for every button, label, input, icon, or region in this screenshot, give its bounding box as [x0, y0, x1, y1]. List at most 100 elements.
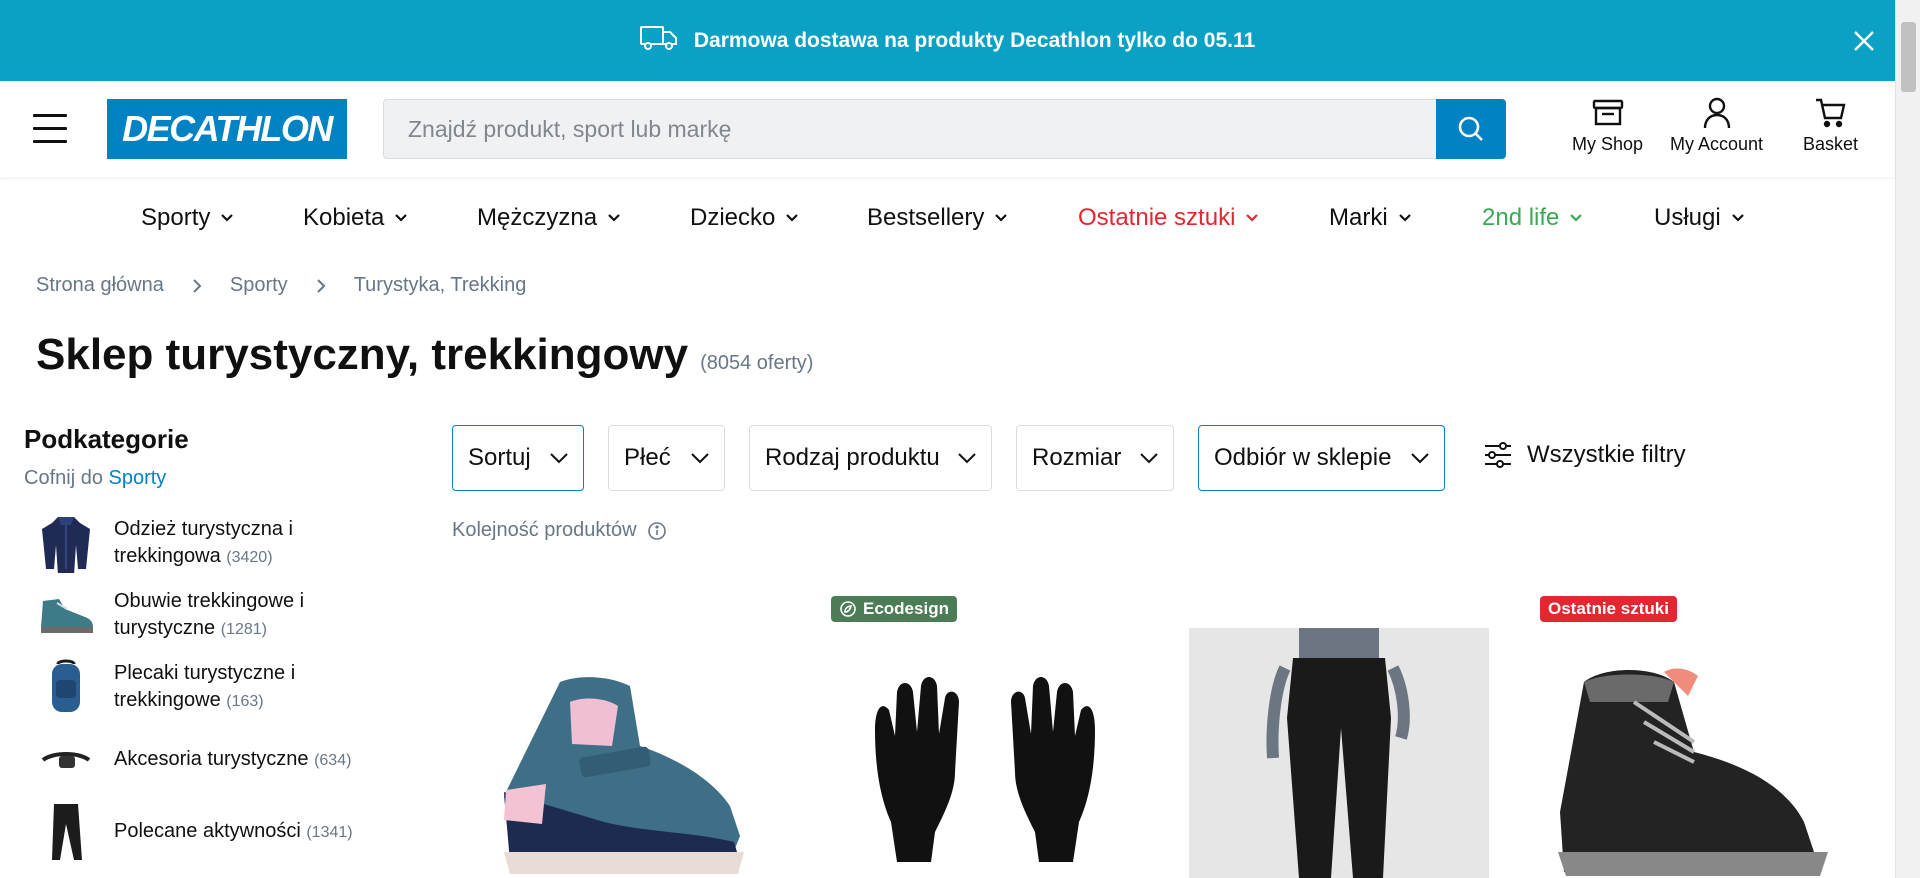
title-row: Sklep turystyczny, trekkingowy (8054 ofe… [36, 330, 813, 380]
chevron-down-icon [958, 453, 976, 464]
site-header: DECATHLON My Shop My Account Basket [0, 81, 1895, 177]
breadcrumb-home[interactable]: Strona główna [36, 274, 164, 297]
nav-item-marki[interactable]: Marki [1329, 204, 1412, 232]
cat-label-line: Odzież turystyczna i [114, 517, 293, 540]
subcategory-sidebar: Podkategorie Cofnij do Sporty [24, 424, 404, 490]
my-account-label: My Account [1670, 134, 1764, 154]
nav-item-sporty[interactable]: Sporty [141, 204, 234, 232]
nav-item-bestsellery[interactable]: Bestsellery [867, 204, 1008, 232]
nav-label: Bestsellery [867, 204, 985, 231]
chevron-down-icon [786, 214, 799, 222]
nav-label: Sporty [141, 204, 211, 231]
cat-count: (1341) [306, 824, 353, 841]
cat-label-line: trekkingowe [114, 688, 221, 711]
nav-item-mezczyzna[interactable]: Mężczyzna [477, 204, 621, 232]
nav-item-uslugi[interactable]: Usługi [1654, 204, 1745, 232]
chevron-right-icon [316, 278, 326, 294]
page-title: Sklep turystyczny, trekkingowy [36, 330, 689, 379]
sliders-icon [1485, 442, 1511, 468]
info-icon[interactable] [647, 521, 667, 541]
sort-order-label: Kolejność produktów [452, 519, 637, 541]
promo-banner: Darmowa dostawa na produkty Decathlon ty… [0, 0, 1895, 81]
sort-dropdown[interactable]: Sortuj [452, 425, 584, 491]
product-image-kids-boot[interactable] [490, 672, 750, 878]
sidebar-item-akcesoria[interactable]: Akcesoria turystyczne (634) [36, 730, 396, 790]
product-card[interactable]: Ecodesign [825, 592, 1155, 878]
product-type-filter[interactable]: Rodzaj produktu [749, 425, 992, 491]
chevron-down-icon [1411, 453, 1429, 464]
sidebar-item-polecane[interactable]: Polecane aktywności (1341) [36, 802, 396, 862]
basket-label: Basket [1803, 134, 1859, 154]
jacket-icon [36, 513, 96, 573]
truck-icon [639, 25, 678, 57]
store-icon [1592, 99, 1623, 126]
nav-label: Ostatnie sztuki [1078, 204, 1236, 231]
sidebar-item-odziez[interactable]: Odzież turystyczna i trekkingowa (3420) [36, 513, 396, 573]
menu-icon[interactable] [33, 114, 67, 144]
user-icon [1703, 97, 1730, 129]
cat-count: (634) [314, 752, 352, 769]
promo-text: Darmowa dostawa na produkty Decathlon ty… [693, 28, 1256, 52]
nav-item-2nd-life[interactable]: 2nd life [1482, 204, 1583, 232]
nav-item-ostatnie-sztuki[interactable]: Ostatnie sztuki [1078, 204, 1259, 232]
my-account-button[interactable]: My Account [1670, 96, 1763, 155]
filter-label: Płeć [624, 444, 671, 471]
nav-label: Usługi [1654, 204, 1721, 231]
filter-label: Odbiór w sklepie [1214, 444, 1392, 471]
breadcrumb: Strona główna Sporty Turystyka, Trekking [36, 274, 526, 297]
cat-label-line: Polecane aktywności [114, 820, 301, 842]
back-prefix: Cofnij do [24, 467, 103, 489]
nav-label: Marki [1329, 204, 1388, 231]
cart-icon [1815, 98, 1846, 128]
filter-label: Sortuj [468, 444, 531, 471]
nav-label: 2nd life [1482, 204, 1560, 231]
chevron-down-icon [1731, 214, 1744, 222]
chevron-down-icon [395, 214, 408, 222]
cat-label-line: Akcesoria turystyczne [114, 748, 309, 770]
search-button[interactable] [1436, 99, 1506, 159]
headlamp-icon [36, 730, 96, 790]
scrollbar[interactable] [1895, 0, 1920, 878]
nav-label: Mężczyzna [477, 204, 598, 231]
product-card[interactable] [470, 592, 800, 878]
chevron-down-icon [1140, 453, 1158, 464]
badge-label: Ostatnie sztuki [1548, 599, 1669, 618]
nav-label: Kobieta [303, 204, 385, 231]
logo-text: DECATHLON [122, 108, 333, 149]
product-card[interactable]: Ostatnie sztuki [1540, 592, 1870, 878]
all-filters-button[interactable]: Wszystkie filtry [1483, 440, 1686, 470]
chevron-down-icon [1246, 214, 1259, 222]
search-icon [1458, 116, 1483, 141]
my-shop-button[interactable]: My Shop [1572, 96, 1643, 155]
nav-item-kobieta[interactable]: Kobieta [303, 204, 408, 232]
sidebar-item-plecaki[interactable]: Plecaki turystyczne i trekkingowe (163) [36, 657, 396, 717]
back-link-sporty[interactable]: Sporty [109, 467, 167, 489]
chevron-right-icon [192, 278, 202, 294]
basket-button[interactable]: Basket [1803, 96, 1858, 155]
breadcrumb-sporty[interactable]: Sporty [230, 274, 288, 297]
gender-filter[interactable]: Płeć [608, 425, 725, 491]
backpack-icon [36, 657, 96, 717]
cat-count: (163) [226, 692, 264, 710]
all-filters-label: Wszystkie filtry [1527, 441, 1686, 468]
decathlon-logo[interactable]: DECATHLON [107, 99, 347, 159]
product-image-pants[interactable] [1189, 628, 1489, 878]
store-pickup-filter[interactable]: Odbiór w sklepie [1198, 425, 1445, 491]
product-image-snow-boot[interactable] [1544, 662, 1844, 878]
nav-item-dziecko[interactable]: Dziecko [690, 204, 799, 232]
scrollbar-thumb[interactable] [1901, 22, 1916, 92]
search-input[interactable] [408, 100, 1408, 158]
chevron-down-icon [1570, 214, 1583, 222]
filter-label: Rozmiar [1032, 444, 1122, 471]
breadcrumb-current: Turystyka, Trekking [353, 274, 527, 296]
product-image-gloves[interactable] [855, 670, 1115, 878]
sidebar-item-obuwie[interactable]: Obuwie trekkingowe i turystyczne (1281) [36, 585, 396, 645]
close-icon[interactable] [1849, 26, 1879, 56]
cat-count: (3420) [226, 548, 273, 566]
size-filter[interactable]: Rozmiar [1016, 425, 1174, 491]
offer-count: (8054 oferty) [700, 352, 814, 374]
cat-label-line: turystyczne [114, 616, 216, 639]
hiking-shoe-icon [36, 585, 96, 645]
product-card[interactable] [1189, 592, 1519, 878]
leggings-icon [36, 802, 96, 862]
